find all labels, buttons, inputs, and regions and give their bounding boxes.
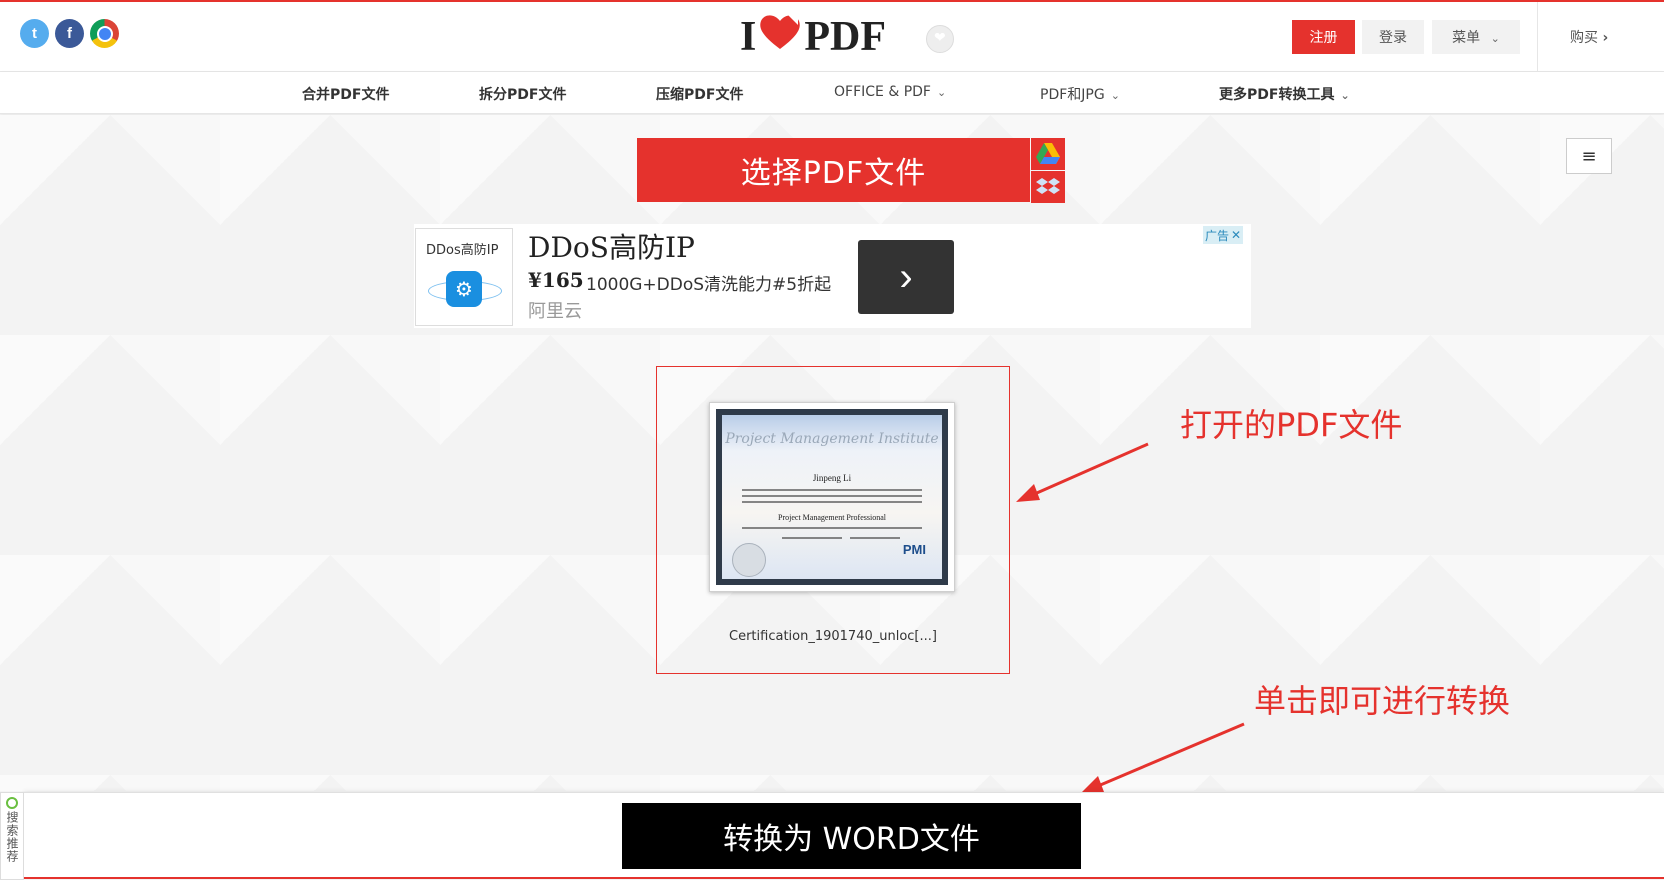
cert-text-line — [742, 489, 922, 491]
nav-more-tools[interactable]: 更多PDF转换工具 ⌄ — [1219, 84, 1350, 104]
ad-price: ¥165 — [528, 268, 584, 292]
ad-badge-label: 广告 — [1205, 228, 1230, 243]
social-links: t f — [20, 19, 119, 48]
cert-organization: Project Management Institute — [725, 431, 939, 447]
buy-link[interactable]: 购买 › — [1570, 27, 1608, 47]
cert-credential: Project Management Professional — [778, 513, 886, 522]
ad-thumbnail[interactable]: DDos高防IP ⚙ — [415, 228, 513, 326]
cert-text-line — [742, 495, 922, 497]
convert-to-word-button[interactable]: 转换为 WORD文件 — [622, 803, 1081, 869]
dropbox-icon — [1036, 178, 1060, 194]
ad-thumbnail-label: DDos高防IP — [426, 243, 499, 258]
ad-badge[interactable]: 广告 ✕ — [1203, 226, 1244, 244]
cert-signature — [782, 537, 842, 539]
header: t f I PDF 注册 登录 菜单 ⌄ 购买 › — [0, 2, 1664, 72]
hamburger-icon: ≡ — [1581, 145, 1597, 167]
twitter-icon[interactable]: t — [20, 19, 49, 48]
logo-text-pdf: PDF — [804, 14, 887, 60]
google-drive-button[interactable] — [1031, 138, 1065, 170]
nav-split-pdf[interactable]: 拆分PDF文件 — [479, 84, 566, 104]
cert-logo: PMI — [902, 542, 926, 557]
ad-description: 1000G+DDoS清洗能力#5折起 — [586, 275, 832, 295]
chevron-down-icon: ⌄ — [1110, 89, 1120, 102]
search-recommend-widget[interactable]: 搜索推荐 — [0, 792, 24, 880]
pdf-thumbnail: Project Management Institute Jinpeng Li … — [709, 402, 955, 592]
heart-icon — [758, 13, 802, 62]
cert-recipient: Jinpeng Li — [812, 473, 852, 483]
select-pdf-button[interactable]: 选择PDF文件 — [637, 138, 1030, 202]
cert-text-line — [742, 527, 922, 529]
advertisement[interactable]: DDos高防IP ⚙ DDoS高防IP ¥165 1000G+DDoS清洗能力#… — [414, 224, 1251, 328]
search-icon — [6, 797, 18, 809]
facebook-icon[interactable]: f — [55, 19, 84, 48]
ilovepdf-logo[interactable]: I PDF — [740, 14, 886, 60]
pdf-thumbnail-frame: Project Management Institute Jinpeng Li … — [716, 409, 948, 585]
menu-label: 菜单 — [1452, 30, 1481, 46]
header-divider — [1537, 2, 1538, 72]
logo-text-i: I — [740, 14, 757, 60]
login-button[interactable]: 登录 — [1362, 20, 1424, 54]
ad-brand: 阿里云 — [528, 301, 582, 322]
chevron-right-icon: › — [1602, 30, 1609, 46]
menu-button[interactable]: 菜单 ⌄ — [1432, 20, 1520, 54]
annotation-opened-pdf: 打开的PDF文件 — [1180, 406, 1403, 444]
ad-title[interactable]: DDoS高防IP — [528, 226, 695, 266]
google-drive-icon — [1036, 143, 1060, 164]
tool-nav: 合并PDF文件 拆分PDF文件 压缩PDF文件 OFFICE & PDF ⌄ PD… — [0, 72, 1664, 114]
cert-text-line — [742, 501, 922, 503]
chevron-down-icon: ⌄ — [936, 86, 947, 99]
chrome-icon[interactable] — [90, 19, 119, 48]
annotation-click-convert: 单击即可进行转换 — [1254, 682, 1511, 720]
nav-jpg-label: PDF和JPG — [1040, 87, 1105, 103]
nav-more-label: 更多PDF转换工具 — [1219, 87, 1335, 103]
file-name: Certification_1901740_unloc[...] — [729, 629, 937, 644]
nav-office-label: OFFICE & PDF — [834, 84, 931, 100]
nav-merge-pdf[interactable]: 合并PDF文件 — [302, 84, 389, 104]
nav-compress-pdf[interactable]: 压缩PDF文件 — [656, 84, 743, 104]
shield-gear-icon: ⚙ — [446, 271, 482, 307]
buy-label: 购买 — [1570, 30, 1598, 46]
pdf-thumbnail-page: Project Management Institute Jinpeng Li … — [722, 415, 942, 579]
heart-badge-icon — [926, 25, 954, 53]
sidebar-toggle-button[interactable]: ≡ — [1566, 138, 1612, 174]
chevron-down-icon: ⌄ — [1490, 32, 1500, 45]
dropbox-button[interactable] — [1031, 171, 1065, 203]
close-icon[interactable]: ✕ — [1231, 228, 1241, 242]
nav-office-pdf[interactable]: OFFICE & PDF ⌄ — [834, 84, 946, 100]
ad-go-button[interactable]: › — [858, 240, 954, 314]
chevron-down-icon: ⌄ — [1340, 89, 1350, 102]
register-button[interactable]: 注册 — [1292, 20, 1355, 54]
cert-seal-icon — [732, 543, 766, 577]
nav-pdf-jpg[interactable]: PDF和JPG ⌄ — [1040, 84, 1120, 104]
file-card[interactable]: Project Management Institute Jinpeng Li … — [656, 366, 1010, 674]
bottom-action-bar: 转换为 WORD文件 — [24, 792, 1664, 879]
search-recommend-label: 搜索推荐 — [5, 811, 19, 863]
cert-signature — [850, 537, 900, 539]
